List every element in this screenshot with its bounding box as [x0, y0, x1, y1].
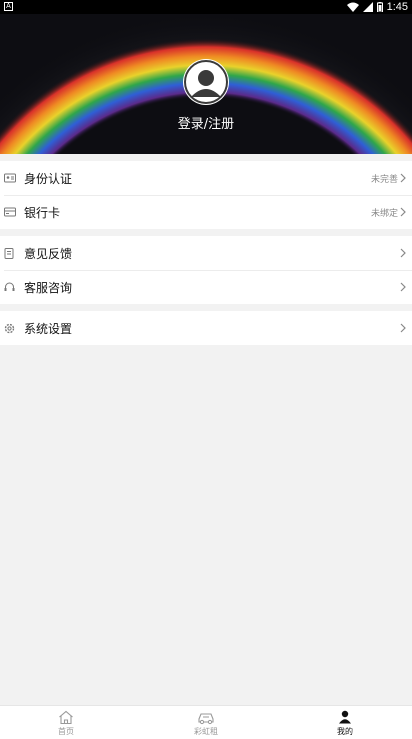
signal-icon — [362, 2, 373, 12]
tab-rainbow-rent[interactable]: 彩虹租 — [176, 710, 236, 737]
avatar[interactable] — [183, 59, 229, 105]
tab-mine[interactable]: 我的 — [315, 710, 375, 737]
bank-card-label: 银行卡 — [24, 205, 61, 220]
bottom-tab-bar: 首页 彩虹租 我的 — [0, 705, 412, 739]
wifi-icon — [346, 2, 359, 12]
bank-card-row[interactable]: 银行卡 未绑定 — [0, 195, 412, 229]
user-icon — [315, 710, 375, 725]
home-icon — [36, 710, 96, 725]
user-avatar-icon — [184, 60, 228, 104]
notification-icon: A — [4, 2, 13, 11]
id-card-icon — [4, 172, 16, 184]
tab-home-label: 首页 — [58, 727, 74, 736]
customer-service-label: 客服咨询 — [24, 280, 73, 295]
status-bar: A 1:45 — [0, 0, 412, 14]
battery-icon — [376, 2, 383, 12]
identity-status: 未完善 — [370, 174, 398, 185]
chevron-right-icon — [400, 323, 408, 333]
identity-verification-label: 身份认证 — [24, 171, 73, 186]
clock: 1:45 — [386, 1, 408, 13]
feedback-label: 意见反馈 — [24, 246, 73, 261]
settings-group: 系统设置 — [0, 311, 412, 345]
profile-header: 登录/注册 — [0, 14, 412, 154]
login-register-link[interactable]: 登录/注册 — [0, 113, 412, 132]
system-settings-label: 系统设置 — [24, 321, 73, 336]
customer-service-row[interactable]: 客服咨询 — [0, 270, 412, 304]
notification-badge: A — [6, 3, 11, 10]
chevron-right-icon — [400, 248, 408, 258]
bank-card-icon — [4, 206, 16, 218]
tab-rainbow-rent-label: 彩虹租 — [194, 727, 218, 736]
system-settings-row[interactable]: 系统设置 — [0, 311, 412, 345]
identity-verification-row[interactable]: 身份认证 未完善 — [0, 161, 412, 195]
feedback-icon — [4, 247, 16, 259]
chevron-right-icon — [400, 207, 408, 217]
bank-card-status: 未绑定 — [370, 208, 398, 219]
tab-home[interactable]: 首页 — [36, 710, 96, 737]
feedback-row[interactable]: 意见反馈 — [0, 236, 412, 270]
headset-icon — [4, 281, 16, 293]
chevron-right-icon — [400, 173, 408, 183]
car-icon — [176, 710, 236, 725]
account-group: 身份认证 未完善 银行卡 未绑定 — [0, 161, 412, 229]
gear-icon — [4, 322, 16, 334]
support-group: 意见反馈 客服咨询 — [0, 236, 412, 304]
chevron-right-icon — [400, 282, 408, 292]
tab-mine-label: 我的 — [337, 727, 353, 736]
